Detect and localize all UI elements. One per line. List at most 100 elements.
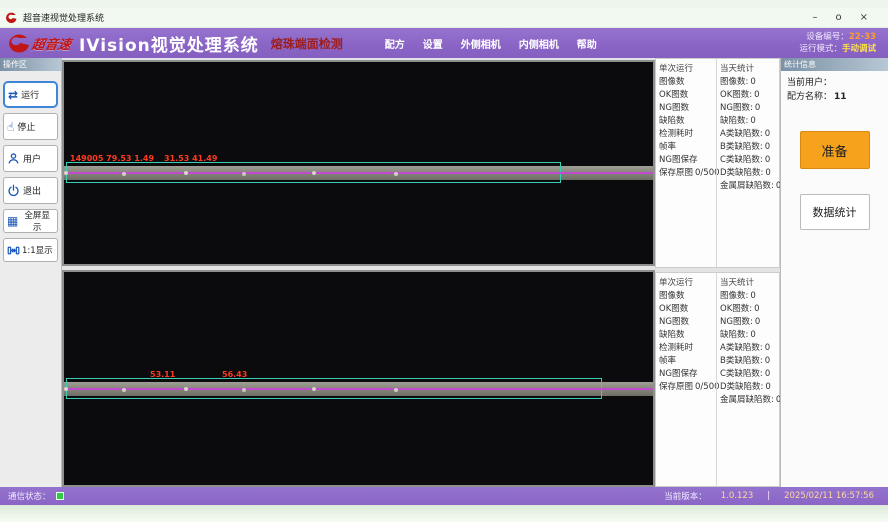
stat-label: C类缺陷数: bbox=[720, 154, 763, 167]
stat-label: NG图数: bbox=[720, 316, 753, 329]
stat-row: A类缺陷数:0 bbox=[717, 128, 784, 141]
stat-row: 缺陷数 bbox=[656, 115, 716, 128]
today-stats-title: 当天统计 bbox=[717, 273, 784, 290]
stat-row: 图像数:0 bbox=[717, 76, 784, 89]
stat-value: 0 bbox=[755, 102, 760, 115]
restore-button[interactable]: o bbox=[835, 12, 841, 24]
stat-row: NG图数 bbox=[656, 102, 716, 115]
stat-label: OK图数 bbox=[659, 89, 688, 102]
stop-button-label: 停止 bbox=[17, 120, 35, 133]
stat-label: NG图数 bbox=[659, 102, 689, 115]
stat-row: OK图数 bbox=[656, 89, 716, 102]
stats-section-top: 单次运行 图像数 OK图数 NG图数 缺陷数 检测耗时 帧率 NG图保存 保存原… bbox=[655, 58, 780, 268]
stat-value: 0 bbox=[754, 303, 759, 316]
stat-row: B类缺陷数:0 bbox=[717, 355, 784, 368]
stat-row: 缺陷数 bbox=[656, 329, 716, 342]
stat-row: NG图数:0 bbox=[717, 102, 784, 115]
main-menu: 配方 设置 外侧相机 内侧相机 帮助 bbox=[385, 36, 597, 51]
stat-value: 0 bbox=[750, 76, 755, 89]
defect-marks bbox=[64, 387, 68, 391]
stat-row: 金属屑缺陷数:0 bbox=[717, 180, 784, 193]
menu-item-outer-camera[interactable]: 外侧相机 bbox=[461, 36, 501, 51]
stat-label: D类缺陷数: bbox=[720, 381, 763, 394]
today-stats: 当天统计 图像数:0 OK图数:0 NG图数:0 缺陷数:0 A类缺陷数:0 B… bbox=[716, 59, 784, 267]
one-to-one-button-label: 1:1显示 bbox=[22, 244, 53, 256]
titlebar: 超音速视觉处理系统 – o × bbox=[0, 8, 888, 28]
statusbar: 通信状态： 当前版本： 1.0.123 | 2025/02/11 16:57:5… bbox=[0, 487, 888, 505]
data-statistics-button[interactable]: 数据统计 bbox=[800, 194, 870, 230]
stat-label: A类缺陷数: bbox=[720, 128, 763, 141]
window-controls: – o × bbox=[812, 12, 882, 24]
stat-row: NG图保存 bbox=[656, 368, 716, 381]
run-button[interactable]: ⇄ 运行 bbox=[3, 81, 58, 108]
datetime-value: 2025/02/11 16:57:56 bbox=[784, 491, 874, 501]
minimize-button[interactable]: – bbox=[812, 12, 817, 24]
fullscreen-button[interactable]: ▦ 全屏显示 bbox=[3, 209, 58, 233]
stat-row: 图像数 bbox=[656, 76, 716, 89]
stat-label: 图像数: bbox=[720, 290, 748, 303]
stat-row: 缺陷数:0 bbox=[717, 115, 784, 128]
exit-button-label: 退出 bbox=[23, 184, 41, 197]
stop-button[interactable]: ☝ 停止 bbox=[3, 113, 58, 140]
stat-row: C类缺陷数:0 bbox=[717, 368, 784, 381]
defect-marks bbox=[64, 171, 68, 175]
stat-row: 检测耗时 bbox=[656, 342, 716, 355]
menu-item-recipe[interactable]: 配方 bbox=[385, 36, 405, 51]
app-title: IVision视觉处理系统 bbox=[79, 31, 259, 56]
weld-seam-line bbox=[64, 172, 653, 174]
one-to-one-button[interactable]: 1:1显示 bbox=[3, 238, 58, 262]
stat-label: 检测耗时 bbox=[659, 342, 693, 355]
menu-item-settings[interactable]: 设置 bbox=[423, 36, 443, 51]
stat-row: 检测耗时 bbox=[656, 128, 716, 141]
stat-label: NG图保存 bbox=[659, 368, 697, 381]
today-stats-title: 当天统计 bbox=[717, 59, 784, 76]
user-button-label: 用户 bbox=[23, 152, 41, 165]
stat-value: 0 bbox=[765, 368, 770, 381]
stat-row: D类缺陷数:0 bbox=[717, 381, 784, 394]
measurement-annotation: 31.53 41.49 bbox=[164, 154, 217, 163]
weld-seam-line bbox=[64, 388, 653, 390]
stat-value: 0 bbox=[765, 141, 770, 154]
one-to-one-icon bbox=[7, 244, 20, 257]
today-stats: 当天统计 图像数:0 OK图数:0 NG图数:0 缺陷数:0 A类缺陷数:0 B… bbox=[716, 273, 784, 486]
device-number-value: 22-33 bbox=[849, 32, 876, 42]
stat-row: 缺陷数:0 bbox=[717, 329, 784, 342]
stat-label: OK图数: bbox=[720, 303, 752, 316]
user-button[interactable]: 用户 bbox=[3, 145, 58, 172]
close-button[interactable]: × bbox=[860, 12, 868, 24]
stat-value: 0 bbox=[765, 167, 770, 180]
stat-value: 0 bbox=[765, 154, 770, 167]
run-button-label: 运行 bbox=[21, 88, 39, 101]
stat-row: B类缺陷数:0 bbox=[717, 141, 784, 154]
camera-view-bottom[interactable]: 53.11 56.43 bbox=[62, 270, 655, 487]
app-subtitle: 熔珠端面检测 bbox=[271, 35, 343, 52]
stat-row: D类缺陷数:0 bbox=[717, 167, 784, 180]
stat-label: 检测耗时 bbox=[659, 128, 693, 141]
stat-label: B类缺陷数: bbox=[720, 141, 763, 154]
stat-label: 图像数 bbox=[659, 76, 685, 89]
comm-status-indicator bbox=[56, 492, 64, 500]
stat-label: OK图数: bbox=[720, 89, 752, 102]
camera-view-top[interactable]: 149005 79.53 1.49 31.53 41.49 bbox=[62, 60, 655, 266]
hand-stop-icon: ☝ bbox=[7, 120, 14, 134]
stat-row: C类缺陷数:0 bbox=[717, 154, 784, 167]
stat-label: 金属屑缺陷数: bbox=[720, 180, 774, 193]
stat-row: 帧率 bbox=[656, 355, 716, 368]
menu-item-inner-camera[interactable]: 内侧相机 bbox=[519, 36, 559, 51]
fullscreen-grid-icon: ▦ bbox=[7, 214, 18, 228]
current-user-label: 当前用户： bbox=[787, 78, 832, 88]
ready-button[interactable]: 准备 bbox=[800, 131, 870, 169]
stat-label: OK图数 bbox=[659, 303, 688, 316]
exit-button[interactable]: 退出 bbox=[3, 177, 58, 204]
desktop-strip bbox=[0, 505, 888, 522]
camera-viewports: 149005 79.53 1.49 31.53 41.49 53.11 56.4… bbox=[62, 58, 655, 487]
stat-value: 0 bbox=[765, 381, 770, 394]
stat-label: B类缺陷数: bbox=[720, 355, 763, 368]
stat-value: 0 bbox=[750, 290, 755, 303]
single-run-stats: 单次运行 图像数 OK图数 NG图数 缺陷数 检测耗时 帧率 NG图保存 保存原… bbox=[656, 59, 716, 267]
brand-swoosh-icon bbox=[8, 33, 30, 53]
menu-item-help[interactable]: 帮助 bbox=[577, 36, 597, 51]
stat-value: 0 bbox=[750, 329, 755, 342]
measurement-annotation: 149005 79.53 1.49 bbox=[70, 154, 154, 163]
version-value: 1.0.123 bbox=[721, 491, 753, 501]
